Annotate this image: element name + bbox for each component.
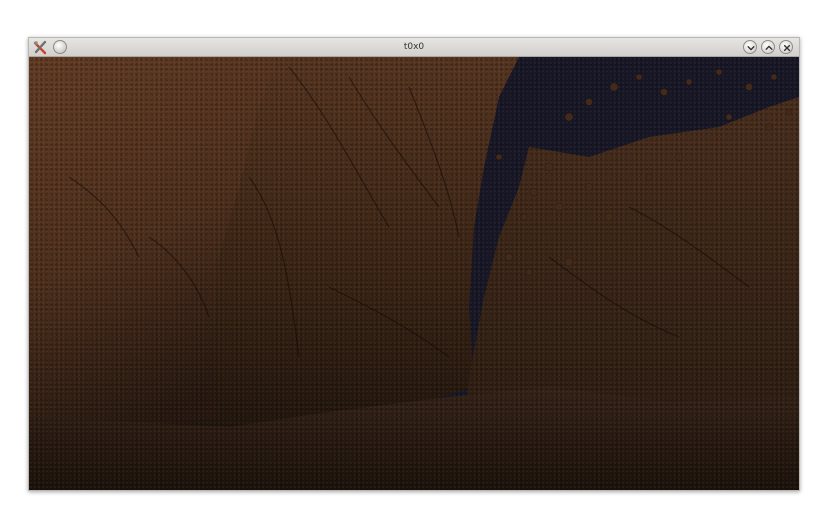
minimize-button[interactable] bbox=[743, 40, 757, 54]
application-window: t0x0 bbox=[28, 37, 800, 491]
chevron-up-icon bbox=[765, 45, 773, 50]
close-button[interactable] bbox=[779, 40, 793, 54]
window-title: t0x0 bbox=[403, 42, 425, 52]
point-cloud-viewport[interactable] bbox=[29, 57, 799, 490]
maximize-button[interactable] bbox=[761, 40, 775, 54]
close-icon bbox=[783, 44, 791, 52]
chevron-down-icon bbox=[747, 46, 755, 51]
point-cloud-render bbox=[29, 57, 799, 490]
window-titlebar[interactable]: t0x0 bbox=[29, 38, 799, 57]
